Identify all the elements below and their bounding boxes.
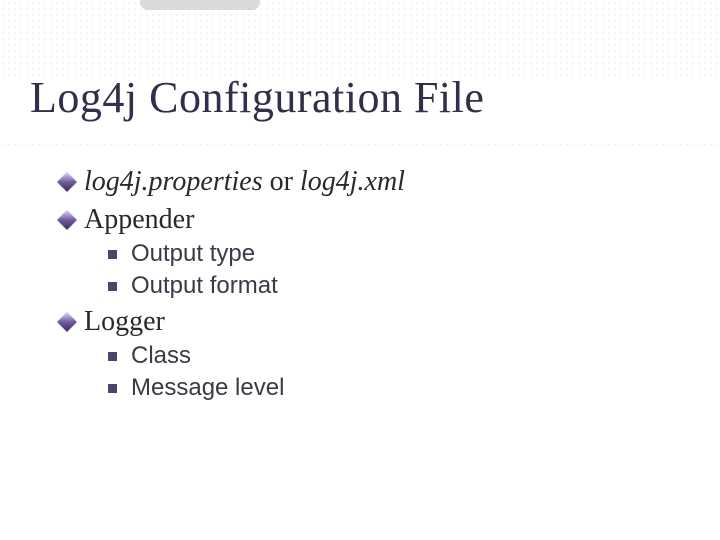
subbullet-message-level: Message level [108, 374, 690, 402]
bullet-appender: Appender [60, 204, 690, 236]
subbullet-output-type: Output type [108, 240, 690, 268]
slide-title: Log4j Configuration File [30, 72, 484, 123]
text-output-format: Output format [131, 272, 278, 300]
text-output-type: Output type [131, 240, 255, 268]
text-logger: Logger [84, 306, 165, 338]
square-bullet-icon [108, 384, 117, 393]
square-bullet-icon [108, 352, 117, 361]
dotted-divider [0, 142, 720, 150]
subbullet-output-format: Output format [108, 272, 690, 300]
top-decor-bar [140, 0, 260, 10]
text-class: Class [131, 342, 191, 370]
subbullet-class: Class [108, 342, 690, 370]
diamond-bullet-icon [57, 172, 77, 192]
diamond-bullet-icon [57, 210, 77, 230]
text-properties-file: log4j.properties [84, 166, 263, 197]
bullet-logger: Logger [60, 306, 690, 338]
text-xml-file: log4j.xml [300, 166, 405, 197]
slide-body: log4j.properties or log4j.xml Appender O… [60, 160, 690, 402]
text-appender: Appender [84, 204, 194, 236]
diamond-bullet-icon [57, 312, 77, 332]
text-or: or [270, 166, 300, 197]
square-bullet-icon [108, 282, 117, 291]
dotted-background-top [0, 0, 720, 78]
square-bullet-icon [108, 250, 117, 259]
text-message-level: Message level [131, 374, 284, 402]
bullet-properties-line: log4j.properties or log4j.xml [60, 166, 690, 198]
